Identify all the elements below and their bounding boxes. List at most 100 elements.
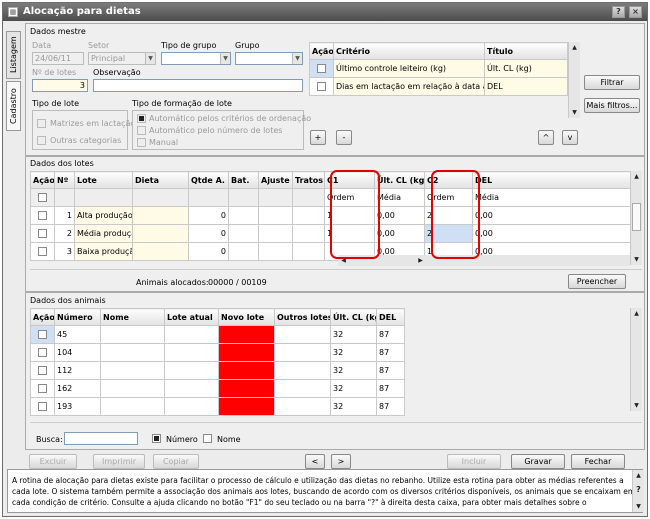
next-button[interactable]: > [331,454,351,469]
nome-radio[interactable] [203,434,212,443]
lotes-header-ultcl[interactable]: Últ. CL (kg [374,171,425,189]
incluir-button[interactable]: Incluir [447,454,501,469]
copiar-button[interactable]: Copiar [153,454,199,469]
lotes-header-bat[interactable]: Bat. [228,171,259,189]
lote-dieta-cell[interactable] [132,242,189,261]
lotes-header-tratos[interactable]: Tratos [292,171,325,189]
lotes-header-acao[interactable]: Ação [30,171,55,189]
criteria-row-checkbox[interactable] [309,77,334,96]
fechar-button[interactable]: Fechar [571,454,625,469]
criteria-criterio-cell[interactable]: Último controle leiteiro (kg) [333,59,485,78]
select-all-checkbox[interactable] [30,188,55,207]
table-row[interactable]: 162 32 87 [30,379,405,398]
gravar-button[interactable]: Gravar [511,454,565,469]
lote-dieta-cell[interactable] [132,206,189,225]
lote-dieta-cell[interactable] [132,224,189,243]
help-title-button[interactable]: ? [612,6,625,18]
lotes-header-qtde[interactable]: Qtde A. [188,171,229,189]
lotes-header-num[interactable]: Nº [54,171,75,189]
lotes-hscrollbar[interactable]: ◀ ▶ [338,255,630,266]
row-checkbox[interactable] [30,206,55,225]
animais-header-del[interactable]: DEL [376,308,405,326]
lote-name-cell[interactable]: Baixa produção [74,242,133,261]
table-row[interactable]: 45 32 87 [30,325,405,344]
animais-header-acao[interactable]: Ação [30,308,55,326]
title-bar[interactable]: ▦ Alocação para dietas ? × [3,3,647,21]
close-window-button[interactable]: × [629,6,642,18]
scroll-up-icon[interactable]: ▲ [633,470,644,481]
novo-lote-cell[interactable] [218,343,275,362]
animais-header-ultcl[interactable]: Últ. CL (kg [330,308,377,326]
lote-name-cell[interactable]: Alta produção [74,206,133,225]
row-checkbox[interactable] [30,361,55,380]
table-row[interactable]: 112 32 87 [30,361,405,380]
animais-header-novo-lote[interactable]: Novo lote [218,308,275,326]
row-checkbox[interactable] [30,397,55,416]
criteria-row-checkbox[interactable] [309,59,334,78]
numero-radio[interactable] [152,434,161,443]
scroll-right-icon[interactable]: ▶ [415,255,426,266]
mais-filtros-button[interactable]: Mais filtros... [584,98,640,113]
criteria-row[interactable]: Dias em lactação em relação à data atual… [309,77,568,96]
grupo-select[interactable]: ▼ [235,52,303,65]
scroll-up-icon[interactable]: ▲ [569,42,580,53]
data-field[interactable]: 24/06/11 [32,52,84,65]
scroll-down-icon[interactable]: ▼ [569,107,580,118]
move-up-button[interactable]: ^ [538,130,554,145]
previous-button[interactable]: < [305,454,325,469]
row-checkbox[interactable] [30,343,55,362]
scroll-up-icon[interactable]: ▲ [631,308,642,319]
animais-header-numero[interactable]: Número [54,308,101,326]
num-lotes-field[interactable]: 3 [32,79,88,92]
row-checkbox[interactable] [30,224,55,243]
scroll-down-icon[interactable]: ▼ [633,501,644,512]
matrizes-checkbox[interactable] [37,119,46,128]
lotes-header-ajuste[interactable]: Ajuste [258,171,293,189]
remove-criteria-button[interactable]: - [336,130,352,145]
row-checkbox[interactable] [30,242,55,261]
criteria-titulo-cell[interactable]: DEL [484,77,568,96]
novo-lote-cell[interactable] [218,325,275,344]
criteria-header-criterio[interactable]: Critério [333,42,485,60]
outras-categorias-checkbox[interactable] [37,136,46,145]
tab-listagem[interactable]: Listagem [6,31,21,79]
setor-select[interactable]: Principal ▼ [88,52,156,65]
excluir-button[interactable]: Excluir [29,454,77,469]
criteria-criterio-cell[interactable]: Dias em lactação em relação à data atual [333,77,485,96]
description-scrollbar[interactable]: ▲ ? ▼ [632,470,644,512]
criteria-header-acao[interactable]: Ação [309,42,334,60]
scroll-thumb[interactable] [632,203,641,231]
help-question-icon[interactable]: ? [633,484,644,495]
row-checkbox[interactable] [30,325,55,344]
scroll-down-icon[interactable]: ▼ [631,400,642,411]
criteria-scrollbar[interactable]: ▲ ▼ [568,42,580,118]
move-down-button[interactable]: v [562,130,578,145]
animais-header-lote-atual[interactable]: Lote atual [164,308,219,326]
animais-header-outros-lotes[interactable]: Outros lotes [274,308,331,326]
table-row[interactable]: 193 32 87 [30,397,405,416]
novo-lote-cell[interactable] [218,397,275,416]
imprimir-button[interactable]: Imprimir [93,454,145,469]
animais-header-nome[interactable]: Nome [100,308,165,326]
lotes-header-del[interactable]: DEL [472,171,631,189]
scroll-up-icon[interactable]: ▲ [631,171,642,182]
lotes-header-lote[interactable]: Lote [74,171,133,189]
criteria-header-titulo[interactable]: Título [484,42,568,60]
automatico-criterios-checkbox[interactable] [137,114,146,123]
filtrar-button[interactable]: Filtrar [584,75,640,90]
manual-checkbox[interactable] [137,138,146,147]
lote-name-cell[interactable]: Média produção [74,224,133,243]
observacao-field[interactable] [93,79,303,92]
preencher-button[interactable]: Preencher [568,274,626,289]
tab-cadastro[interactable]: Cadastro [6,81,21,131]
lotes-vscrollbar[interactable]: ▲ ▼ [630,171,642,265]
criteria-titulo-cell[interactable]: Últ. CL (kg) [484,59,568,78]
row-checkbox[interactable] [30,379,55,398]
scroll-down-icon[interactable]: ▼ [631,254,642,265]
animais-vscrollbar[interactable]: ▲ ▼ [630,308,642,411]
automatico-numero-checkbox[interactable] [137,126,146,135]
busca-input[interactable] [64,432,138,445]
novo-lote-cell[interactable] [218,379,275,398]
table-row[interactable]: 104 32 87 [30,343,405,362]
criteria-row[interactable]: Último controle leiteiro (kg) Últ. CL (k… [309,59,568,78]
